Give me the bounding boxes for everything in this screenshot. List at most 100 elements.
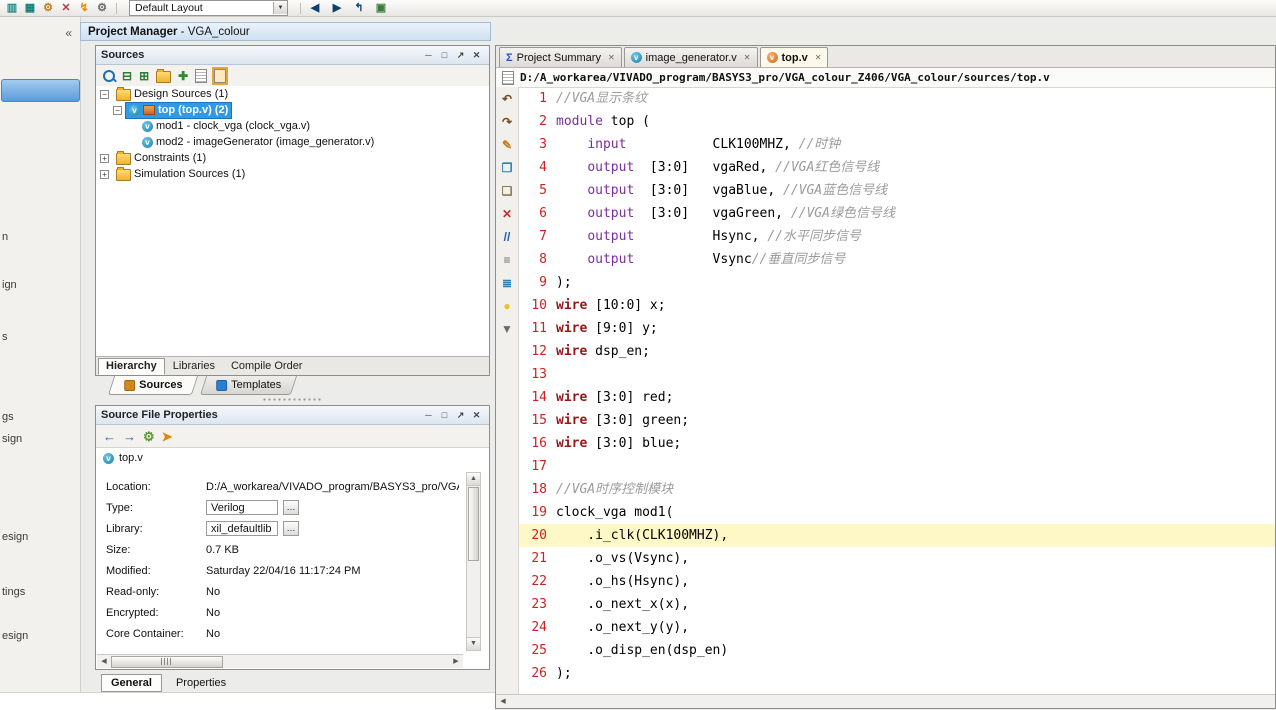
code-line[interactable]: 12wire dsp_en; <box>519 340 1275 363</box>
macro-icon[interactable]: ▼ <box>501 322 513 336</box>
select-icon[interactable]: ➤ <box>162 429 173 444</box>
scrollbar-thumb[interactable] <box>111 656 223 668</box>
close-icon[interactable]: ✕ <box>608 53 615 62</box>
cancel-icon[interactable]: ✕ <box>58 1 74 16</box>
edit-properties-icon[interactable]: ⚙ <box>143 429 155 444</box>
collapse-icon[interactable]: − <box>113 106 122 115</box>
close-icon[interactable]: ✕ <box>744 53 751 62</box>
code-line[interactable]: 9); <box>519 271 1275 294</box>
panel-tab-sources[interactable]: Sources <box>108 376 199 395</box>
scroll-to-selected-icon[interactable] <box>214 69 226 83</box>
flow-navigator-item-fragment[interactable]: s <box>2 331 8 343</box>
collapse-panel-button[interactable]: « <box>65 26 72 40</box>
add-sources-icon[interactable]: ✚ <box>178 69 188 83</box>
minimize-button[interactable]: ─ <box>421 409 436 422</box>
horizontal-scrollbar[interactable]: ◀ ▶ <box>97 654 463 668</box>
back-icon[interactable]: ← <box>103 429 116 444</box>
tree-item[interactable]: vmod2 - imageGenerator (image_generator.… <box>96 134 489 150</box>
settings-gear-icon[interactable]: ⚙ <box>94 1 110 16</box>
forward-icon[interactable]: → <box>123 429 136 444</box>
code-line[interactable]: 18//VGA时序控制模块 <box>519 478 1275 501</box>
property-value-field[interactable]: xil_defaultlib <box>206 521 278 536</box>
flow-navigator-item-fragment[interactable]: sign <box>2 433 22 445</box>
code-line[interactable]: 25 .o_disp_en(dsp_en) <box>519 639 1275 662</box>
refresh-icon[interactable] <box>195 69 207 83</box>
view-tab-libraries[interactable]: Libraries <box>165 358 223 375</box>
tree-item[interactable]: +Constraints (1) <box>96 150 489 166</box>
code-line[interactable]: 5 output [3:0] vgaBlue, //VGA蓝色信号线 <box>519 179 1275 202</box>
edit-icon[interactable]: ✎ <box>502 138 512 152</box>
expand-icon[interactable]: + <box>100 170 109 179</box>
code-line[interactable]: 15wire [3:0] green; <box>519 409 1275 432</box>
indent-icon[interactable]: ≡ <box>503 253 510 267</box>
flow-navigator-item-fragment[interactable]: esign <box>2 630 28 642</box>
search-icon[interactable] <box>103 70 115 82</box>
browse-button[interactable]: … <box>283 500 299 515</box>
scroll-down-button[interactable]: ▼ <box>467 637 480 650</box>
editor-tab-project-summary[interactable]: ΣProject Summary✕ <box>499 47 622 67</box>
float-button[interactable]: ↗ <box>453 409 468 422</box>
tree-item[interactable]: −vtop (top.v) (2) <box>96 102 489 118</box>
return-icon[interactable]: ↰ <box>351 1 367 16</box>
program-device-icon[interactable]: ▣ <box>373 1 389 16</box>
view-tab-compile-order[interactable]: Compile Order <box>223 358 311 375</box>
maximize-button[interactable]: □ <box>437 49 452 62</box>
undo-icon[interactable]: ↶ <box>502 92 512 106</box>
minimize-button[interactable]: ─ <box>421 49 436 62</box>
close-button[interactable]: ✕ <box>469 49 484 62</box>
collapse-all-icon[interactable]: ⊟ <box>122 69 132 83</box>
paste-icon[interactable]: ❑ <box>502 184 513 198</box>
float-button[interactable]: ↗ <box>453 49 468 62</box>
code-line[interactable]: 22 .o_hs(Hsync), <box>519 570 1275 593</box>
code-line[interactable]: 11wire [9:0] y; <box>519 317 1275 340</box>
view-tab-hierarchy[interactable]: Hierarchy <box>98 358 165 375</box>
code-line[interactable]: 24 .o_next_y(y), <box>519 616 1275 639</box>
expand-icon[interactable]: + <box>100 154 109 163</box>
step-forward-icon[interactable]: ▶ <box>329 1 345 16</box>
lightning-icon[interactable]: ↯ <box>76 1 92 16</box>
code-line[interactable]: 3 input CLK100MHZ, //时钟 <box>519 133 1275 156</box>
code-line[interactable]: 26); <box>519 662 1275 685</box>
panel-tab-templates[interactable]: Templates <box>200 376 297 395</box>
outdent-icon[interactable]: ≣ <box>502 276 512 290</box>
code-line[interactable]: 20 .i_clk(CLK100MHZ), <box>519 524 1275 547</box>
code-line[interactable]: 4 output [3:0] vgaRed, //VGA红色信号线 <box>519 156 1275 179</box>
code-line[interactable]: 7 output Hsync, //水平同步信号 <box>519 225 1275 248</box>
code-line[interactable]: 6 output [3:0] vgaGreen, //VGA绿色信号线 <box>519 202 1275 225</box>
editor-horizontal-scrollbar[interactable]: ◀ <box>496 694 1275 708</box>
code-line[interactable]: 21 .o_vs(Vsync), <box>519 547 1275 570</box>
flow-navigator-item-fragment[interactable]: esign <box>2 531 28 543</box>
flow-navigator-item-fragment[interactable]: gs <box>2 411 14 423</box>
editor-tab-top-v[interactable]: vtop.v✕ <box>760 47 829 67</box>
code-line[interactable]: 13 <box>519 363 1275 386</box>
copy-icon[interactable]: ❐ <box>502 161 513 175</box>
light-bulb-icon[interactable]: ● <box>503 299 510 313</box>
tree-item[interactable]: +Simulation Sources (1) <box>96 166 489 182</box>
code-area[interactable]: 1//VGA显示条纹2module top (3 input CLK100MHZ… <box>519 87 1275 695</box>
toggle-comment-icon[interactable]: // <box>504 230 511 244</box>
scroll-left-button[interactable]: ◀ <box>97 656 111 668</box>
flow-navigator-item-fragment[interactable]: n <box>2 231 8 243</box>
flow-navigator-selected-item[interactable] <box>1 79 80 102</box>
code-line[interactable]: 23 .o_next_x(x), <box>519 593 1275 616</box>
tree-item[interactable]: −Design Sources (1) <box>96 86 489 102</box>
close-button[interactable]: ✕ <box>469 409 484 422</box>
code-line[interactable]: 19clock_vga mod1( <box>519 501 1275 524</box>
new-design-icon[interactable]: ▥ <box>4 1 20 16</box>
code-line[interactable]: 10wire [10:0] x; <box>519 294 1275 317</box>
close-icon[interactable]: ✕ <box>815 53 822 62</box>
open-folder-icon[interactable] <box>156 71 171 83</box>
vertical-scrollbar[interactable]: ▲ ▼ <box>466 472 481 651</box>
layout-selector[interactable]: Default Layout ▼ <box>129 0 288 16</box>
gear-wrench-icon[interactable]: ⚙ <box>40 1 56 16</box>
maximize-button[interactable]: □ <box>437 409 452 422</box>
flow-navigator-item-fragment[interactable]: tings <box>2 586 25 598</box>
browse-button[interactable]: … <box>283 521 299 536</box>
delete-icon[interactable]: ✕ <box>502 207 512 221</box>
property-value-field[interactable]: Verilog <box>206 500 278 515</box>
editor-tab-image-generator-v[interactable]: vimage_generator.v✕ <box>624 47 758 67</box>
scroll-left-button[interactable]: ◀ <box>496 696 510 708</box>
scroll-right-button[interactable]: ▶ <box>449 656 463 668</box>
scrollbar-thumb[interactable] <box>468 487 479 561</box>
step-back-icon[interactable]: ◀ <box>307 1 323 16</box>
